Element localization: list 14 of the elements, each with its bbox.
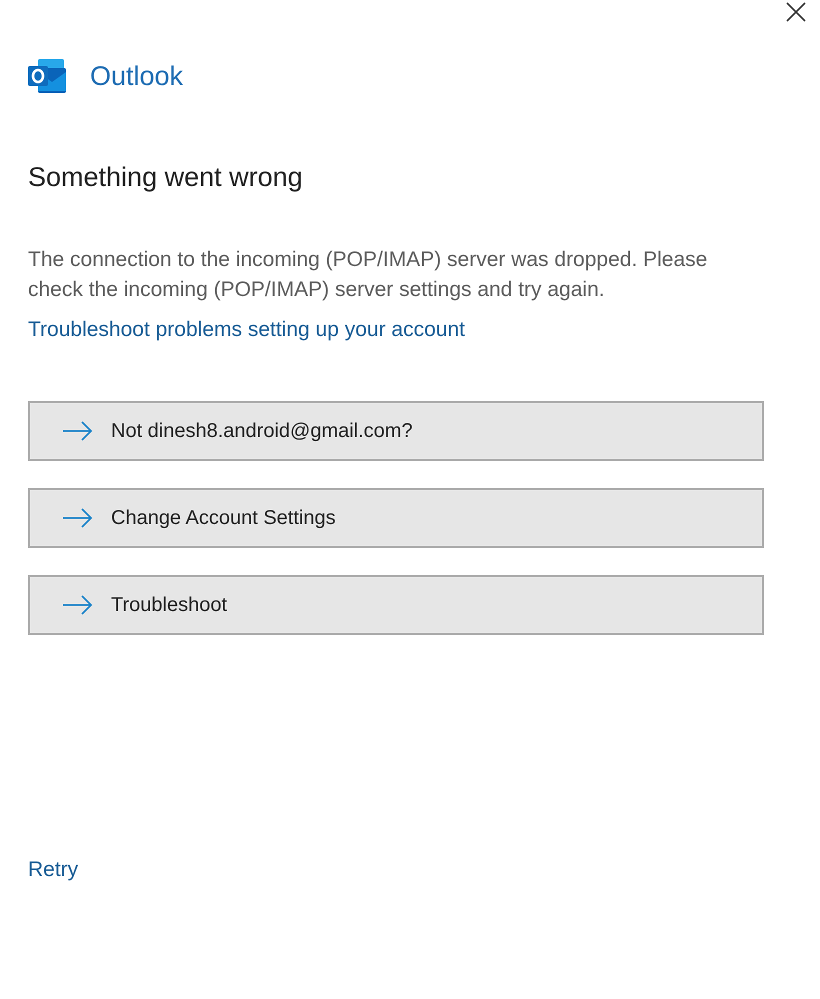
arrow-right-icon	[62, 508, 93, 528]
action-button[interactable]: Troubleshoot	[28, 574, 764, 634]
mail-logo-icon	[28, 58, 66, 94]
retry-link[interactable]: Retry	[28, 854, 78, 884]
close-button[interactable]	[784, 0, 808, 24]
dialog-heading: Something went wrong	[28, 160, 303, 194]
error-message: The connection to the incoming (POP/IMAP) server was dropped. Please check the incoming (POP/IMAP) server settings and try again.	[28, 246, 708, 302]
action-button[interactable]: Change Account Settings	[28, 488, 764, 548]
arrow-right-icon	[62, 594, 93, 614]
help-link[interactable]: Troubleshoot problems setting up your account	[28, 314, 465, 344]
arrow-right-icon	[62, 420, 93, 440]
action-button[interactable]: Not dinesh8.android@gmail.com?	[28, 400, 764, 460]
close-icon	[786, 2, 806, 22]
app-name: Outlook	[90, 60, 184, 93]
